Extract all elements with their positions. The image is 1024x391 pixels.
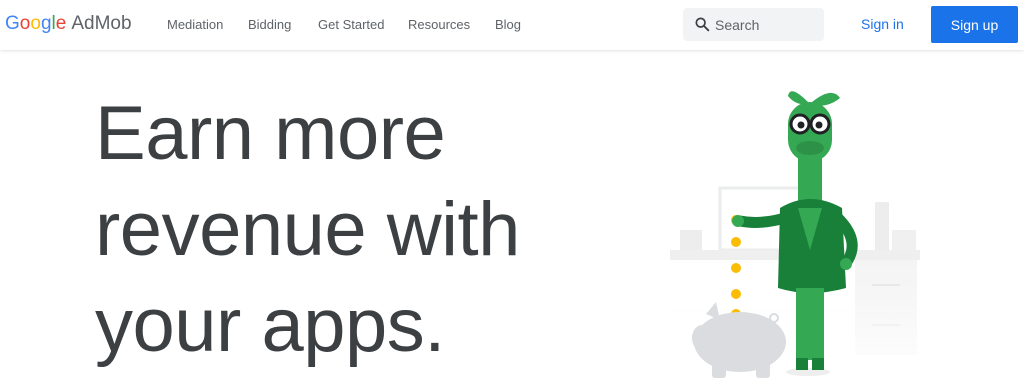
sign-up-button[interactable]: Sign up: [931, 6, 1018, 43]
hero-title-line-3: your apps.: [95, 283, 445, 368]
top-header: Google AdMob Mediation Bidding Get Starte…: [0, 0, 1024, 50]
hero-title-line-1: Earn more: [95, 91, 446, 176]
google-wordmark: Google: [5, 13, 67, 34]
nav-blog[interactable]: Blog: [495, 17, 521, 32]
nav-mediation[interactable]: Mediation: [167, 17, 223, 32]
search-box[interactable]: [683, 8, 824, 41]
hero-title: Earn more revenue with your apps.: [95, 86, 615, 374]
search-input[interactable]: [715, 8, 815, 41]
hero-title-line-2: revenue with: [95, 187, 520, 272]
admob-logo[interactable]: Google AdMob: [5, 13, 132, 35]
search-icon: [695, 17, 710, 32]
nav-resources[interactable]: Resources: [408, 17, 470, 32]
nav-bidding[interactable]: Bidding: [248, 17, 291, 32]
nav-get-started[interactable]: Get Started: [318, 17, 384, 32]
product-name: AdMob: [71, 13, 132, 34]
sign-in-link[interactable]: Sign in: [861, 16, 904, 32]
hero-illustration: [670, 91, 920, 378]
